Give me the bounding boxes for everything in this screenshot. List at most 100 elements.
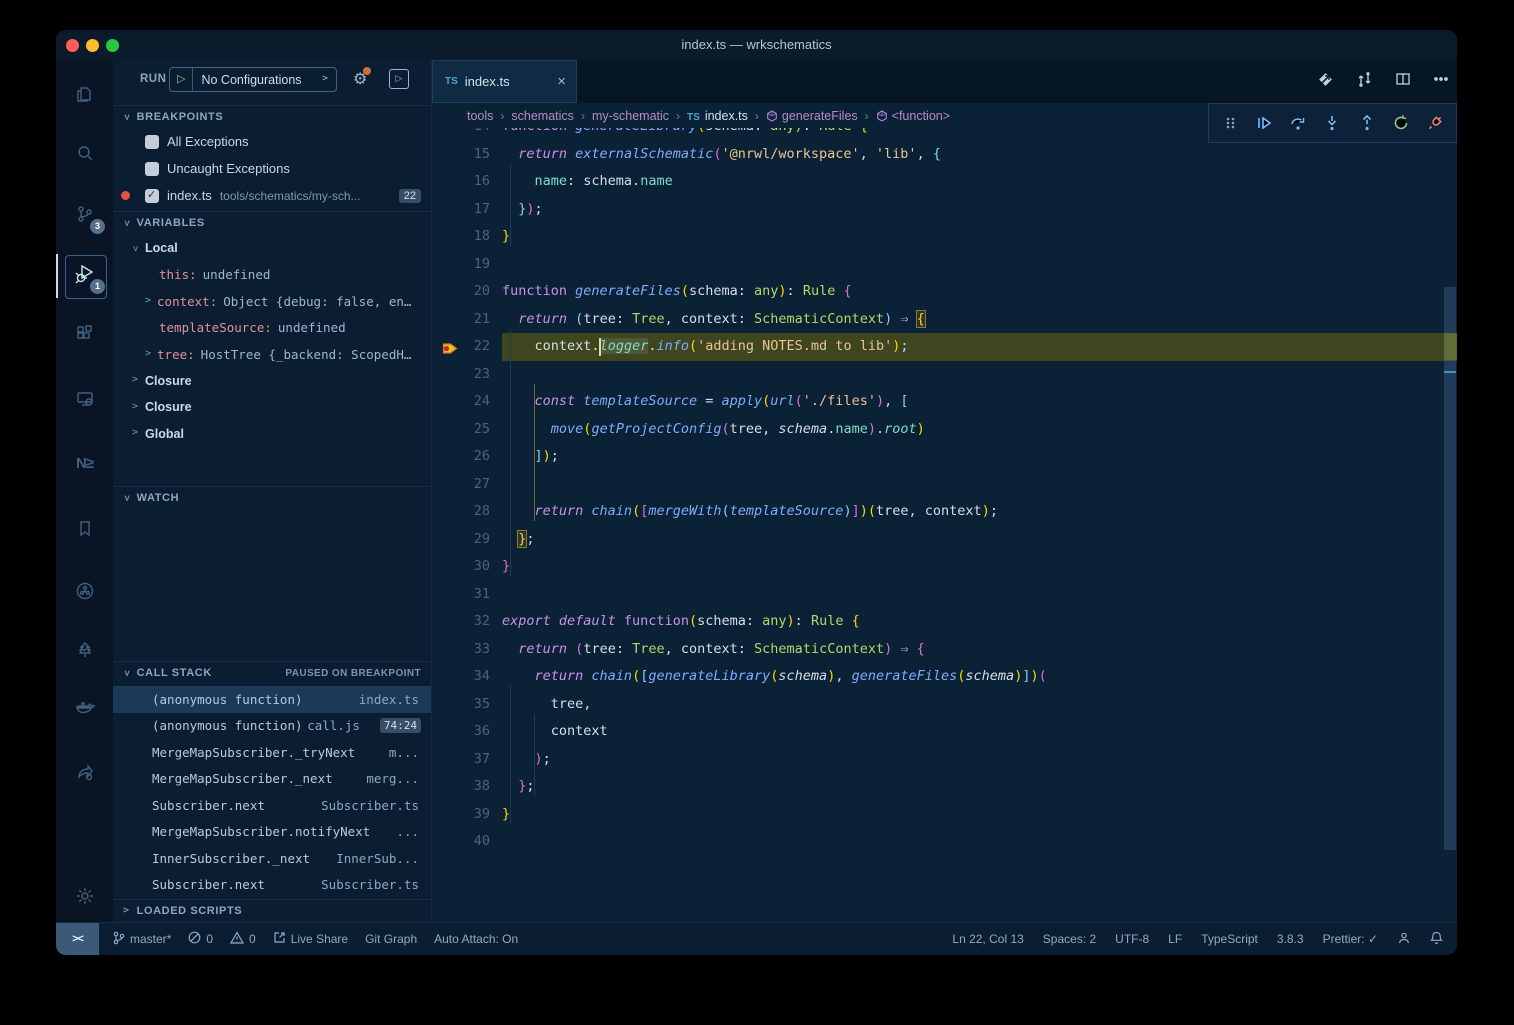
code-line[interactable]: 36 context (432, 718, 1457, 746)
code-line[interactable]: 35 tree, (432, 691, 1457, 719)
activity-item-test-explorer[interactable] (56, 628, 113, 676)
code-line[interactable]: 29 }; (432, 526, 1457, 554)
code-line[interactable]: 22 context.logger.info('adding NOTES.md … (432, 333, 1457, 361)
breakpoint-row[interactable]: Uncaught Exceptions (113, 155, 431, 182)
close-tab-icon[interactable]: × (557, 73, 566, 90)
loaded-scripts-section[interactable]: >LOADED SCRIPTS (113, 899, 431, 923)
breadcrumb-item-schematics[interactable]: schematics (511, 109, 574, 123)
activity-item-extensions[interactable] (56, 312, 113, 360)
status-prettier[interactable]: Prettier: ✓ (1323, 932, 1378, 946)
status-language[interactable]: TypeScript (1201, 932, 1258, 946)
status-eol[interactable]: LF (1168, 932, 1182, 946)
code-line[interactable]: 17 }); (432, 196, 1457, 224)
status-indentation[interactable]: Spaces: 2 (1043, 932, 1096, 946)
variable-row[interactable]: this:undefined (113, 262, 463, 289)
activity-item-docker[interactable] (56, 686, 113, 734)
split-editor-icon[interactable] (1395, 71, 1411, 92)
variables-section[interactable]: >VARIABLES (113, 211, 431, 235)
remote-indicator[interactable]: >< (56, 923, 99, 955)
step-into-icon[interactable] (1320, 111, 1344, 135)
status-auto-attach[interactable]: Auto Attach: On (434, 932, 518, 946)
code-line[interactable]: 19 (432, 251, 1457, 279)
variable-row[interactable]: >context:Object {debug: false, en… (113, 288, 463, 315)
status-git-branch[interactable]: master* (112, 931, 171, 948)
activity-item-bookmarks[interactable] (56, 507, 113, 555)
callstack-frame[interactable]: MergeMapSubscriber._tryNextm... (113, 739, 431, 766)
scope-row[interactable]: >Global (113, 421, 450, 448)
activity-item-live-share[interactable] (56, 750, 113, 798)
status-errors[interactable]: 0 (188, 931, 213, 947)
status-notifications[interactable] (1430, 931, 1443, 948)
restart-icon[interactable] (1389, 111, 1413, 135)
status-git-graph[interactable]: Git Graph (365, 932, 417, 946)
code-line[interactable]: 37 ); (432, 746, 1457, 774)
callstack-frame[interactable]: MergeMapSubscriber.notifyNext... (113, 819, 431, 846)
activity-item-git-graph[interactable] (56, 569, 113, 617)
breadcrumb-item-generatefiles[interactable]: generateFiles (766, 109, 858, 123)
callstack-frame[interactable]: Subscriber.nextSubscriber.ts (113, 792, 431, 819)
scope-row[interactable]: >Local (113, 235, 450, 262)
code-line[interactable]: 15 return externalSchematic('@nrwl/works… (432, 141, 1457, 169)
code-line[interactable]: 27 (432, 471, 1457, 499)
breakpoint-row[interactable]: index.tstools/schematics/my-sch...22 (113, 182, 431, 209)
watch-section[interactable]: >WATCH (113, 486, 431, 510)
code-line[interactable]: 26 ]); (432, 443, 1457, 471)
code-line[interactable]: 38 }; (432, 773, 1457, 801)
breakpoint-checkbox[interactable] (145, 189, 159, 203)
compare-changes-icon[interactable] (1356, 71, 1373, 93)
variable-row[interactable]: templateSource:undefined (113, 315, 463, 342)
code-line[interactable]: 34 return chain([generateLibrary(schema)… (432, 663, 1457, 691)
activity-item-search[interactable] (56, 132, 113, 180)
code-line[interactable]: 25 move(getProjectConfig(tree, schema.na… (432, 416, 1457, 444)
activity-item-remote-explorer[interactable] (56, 377, 113, 425)
code-line[interactable]: 31 (432, 581, 1457, 609)
callstack-frame[interactable]: MergeMapSubscriber._nextmerg... (113, 766, 431, 793)
breakpoint-checkbox[interactable] (145, 135, 159, 149)
code-line[interactable]: 40 (432, 828, 1457, 856)
status-encoding[interactable]: UTF-8 (1115, 932, 1149, 946)
activity-item-settings[interactable] (56, 874, 113, 922)
start-debug-icon[interactable]: ▷ (170, 68, 193, 91)
breadcrumb-item-my-schematic[interactable]: my-schematic (592, 109, 669, 123)
breakpoints-section[interactable]: >BREAKPOINTS (113, 105, 431, 129)
code-line[interactable]: 32export default function(schema: any): … (432, 608, 1457, 636)
activity-item-source-control[interactable]: 3 (56, 192, 113, 240)
code-line[interactable]: 30} (432, 553, 1457, 581)
status-live-share[interactable]: Live Share (273, 931, 348, 947)
code-line[interactable]: 24 const templateSource = apply(url('./f… (432, 388, 1457, 416)
breadcrumb-item-index-ts[interactable]: TSindex.ts (687, 109, 748, 123)
breakpoint-row[interactable]: All Exceptions (113, 128, 431, 155)
code-line[interactable]: 28 return chain([mergeWith(templateSourc… (432, 498, 1457, 526)
code-line[interactable]: 33 return (tree: Tree, context: Schemati… (432, 636, 1457, 664)
code-line[interactable]: 23 (432, 361, 1457, 389)
code-line[interactable]: 39} (432, 801, 1457, 829)
activity-item-run-debug[interactable]: 1 (56, 252, 113, 300)
variable-row[interactable]: >tree:HostTree {_backend: ScopedH… (113, 341, 463, 368)
callstack-frame[interactable]: Subscriber.nextSubscriber.ts (113, 872, 431, 899)
open-changes-icon[interactable] (1317, 71, 1334, 93)
breadcrumb-item-tools[interactable]: tools (467, 109, 493, 123)
configure-launch-gear-icon[interactable]: ⚙ (353, 69, 367, 89)
activity-item-explorer[interactable] (56, 72, 113, 120)
continue-icon[interactable] (1252, 111, 1276, 135)
step-over-icon[interactable] (1286, 111, 1310, 135)
status-cursor-position[interactable]: Ln 22, Col 13 (952, 932, 1023, 946)
status-feedback[interactable] (1397, 931, 1411, 948)
callstack-section[interactable]: >CALL STACKPAUSED ON BREAKPOINT (113, 661, 431, 685)
debug-console-icon[interactable]: ▷ (389, 69, 409, 89)
activity-item-nx-console[interactable]: N≥ (56, 439, 113, 487)
callstack-frame[interactable]: InnerSubscriber._nextInnerSub... (113, 845, 431, 872)
breadcrumb-item--function-[interactable]: <function> (876, 109, 950, 123)
callstack-frame[interactable]: (anonymous function)index.ts (113, 686, 431, 713)
code-line[interactable]: 20function generateFiles(schema: any): R… (432, 278, 1457, 306)
breakpoint-checkbox[interactable] (145, 162, 159, 176)
callstack-frame[interactable]: (anonymous function)call.js74:24 (113, 713, 431, 740)
code-area[interactable]: 14function generateLibrary(schema: any):… (432, 113, 1457, 856)
status-ts-version[interactable]: 3.8.3 (1277, 932, 1304, 946)
drag-handle-icon[interactable] (1218, 111, 1242, 135)
scope-row[interactable]: >Closure (113, 368, 450, 395)
code-line[interactable]: 16 name: schema.name (432, 168, 1457, 196)
launch-config-dropdown[interactable]: ▷ No Configurations > (169, 67, 337, 92)
code-line[interactable]: 18} (432, 223, 1457, 251)
tab-index-ts[interactable]: TS index.ts × (432, 60, 577, 103)
